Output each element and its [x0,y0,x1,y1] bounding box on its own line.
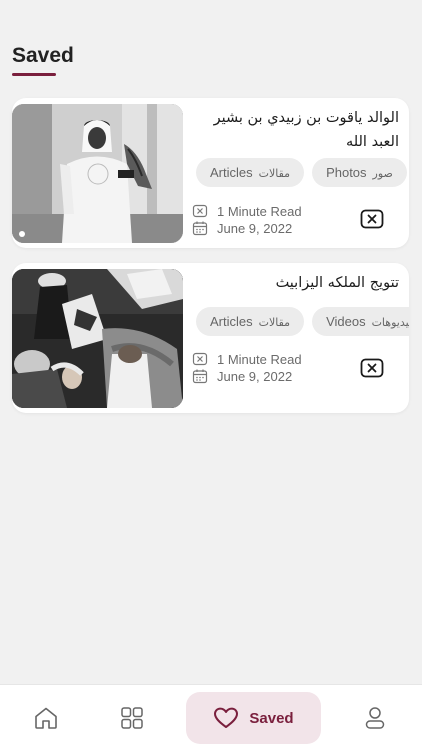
calendar-icon [192,368,208,384]
tag-articles[interactable]: Articles مقالات [196,307,305,336]
card-title[interactable]: تتويج الملكه اليزابيث [192,271,399,295]
calendar-icon [192,220,208,236]
card-title[interactable]: الوالد ياقوت بن زبيدي بن بشير العبد الله [192,106,399,154]
nav-home[interactable] [26,685,66,750]
tag-videos[interactable]: Videosفيديوهات [312,307,409,336]
publish-date: June 9, 2022 [192,219,292,237]
card-thumbnail[interactable] [12,104,183,243]
read-time-icon [192,351,208,367]
remove-saved-button[interactable] [360,209,384,229]
card-tags: ArticlesمقالاتVideosفيديوهات [196,307,409,337]
grid-icon [121,707,143,729]
nav-saved[interactable]: Saved [186,692,321,744]
read-time: 1 Minute Read [192,202,302,220]
tag-photos[interactable]: Photos صور [312,158,407,187]
page-title: Saved [12,44,74,67]
card-thumbnail[interactable] [12,269,183,408]
nav-saved-label: Saved [249,709,294,727]
remove-saved-button[interactable] [360,358,384,378]
title-underline [12,73,56,76]
saved-card[interactable]: الوالد ياقوت بن زبيدي بن بشير العبد الله… [12,98,409,248]
user-icon [365,707,385,729]
nav-profile[interactable] [355,685,395,750]
bottom-nav: Saved [0,684,422,750]
home-icon [35,707,57,729]
card-tags: Articles مقالات Photos صور [196,158,409,188]
nav-categories[interactable] [112,685,152,750]
tag-articles[interactable]: Articles مقالات [196,158,305,187]
heart-icon [214,707,239,728]
publish-date: June 9, 2022 [192,367,292,385]
saved-card[interactable]: تتويج الملكه اليزابيث Articles مقالات Vide… [12,263,409,413]
read-time: 1 Minute Read [192,350,302,368]
read-time-icon [192,203,208,219]
